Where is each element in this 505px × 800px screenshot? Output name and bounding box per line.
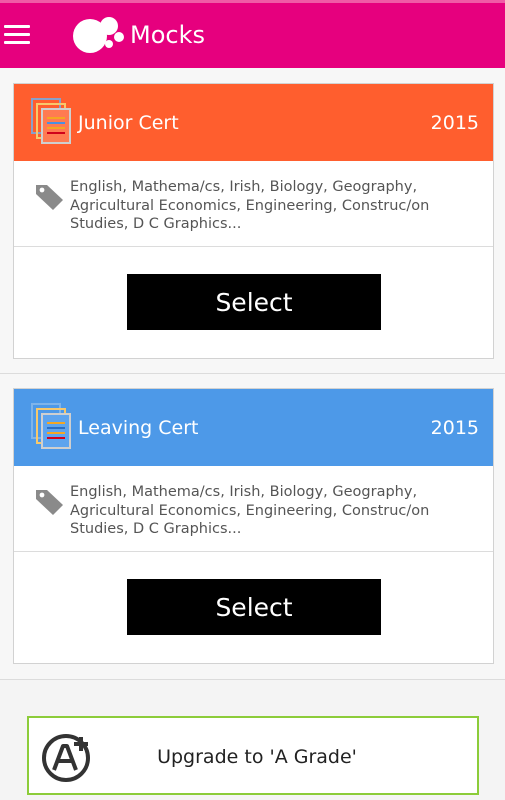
hamburger-menu-icon[interactable] [4,25,30,45]
card-header: Leaving Cert 2015 [14,389,493,466]
card-year: 2015 [430,417,479,439]
documents-stack-icon [31,403,71,449]
card-header: Junior Cert 2015 [14,84,493,161]
card-title: Junior Cert [78,112,179,134]
upgrade-button[interactable]: Upgrade to 'A Grade' [27,716,479,795]
card-year: 2015 [430,112,479,134]
subjects-list: English, Mathema/cs, Irish, Biology, Geo… [70,484,430,537]
exam-card-junior-cert: Junior Cert 2015 English, Mathema/cs, Ir… [13,83,494,359]
upgrade-label: Upgrade to 'A Grade' [157,746,357,768]
card-subjects-row: English, Mathema/cs, Irish, Biology, Geo… [14,466,493,552]
page-title: Mocks [130,21,205,49]
select-button[interactable]: Select [127,579,381,635]
card-subjects-row: English, Mathema/cs, Irish, Biology, Geo… [14,161,493,247]
tag-icon [36,185,63,210]
select-button[interactable]: Select [127,274,381,330]
tag-icon [36,490,63,515]
status-strip [0,0,505,3]
documents-stack-icon [31,98,71,144]
bubbles-logo-icon [73,17,124,53]
card-title: Leaving Cert [78,417,199,439]
exam-card-leaving-cert: Leaving Cert 2015 English, Mathema/cs, I… [13,388,494,664]
section-divider [0,679,505,680]
app-bar: Mocks [0,0,505,68]
subjects-list: English, Mathema/cs, Irish, Biology, Geo… [70,179,430,232]
